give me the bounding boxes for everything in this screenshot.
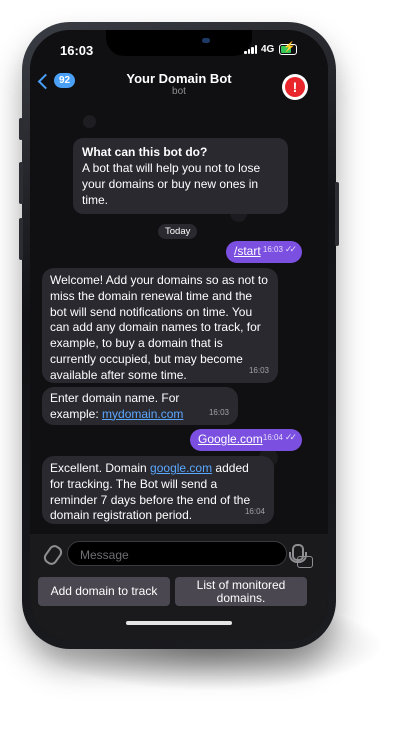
bot-keyboard: Add domain to track List of monitored do… (30, 574, 328, 641)
volume-up-button (19, 162, 23, 204)
message-outgoing[interactable]: Google.com 16:04 ✓✓ (190, 429, 302, 451)
message-time: 16:04 (262, 433, 283, 443)
chat-subtitle: bot (172, 86, 186, 97)
message-text: Excellent. Domain (50, 461, 151, 475)
message-incoming[interactable]: Excellent. Domain google.com added for t… (42, 456, 274, 524)
mute-switch (19, 118, 23, 140)
message-input-wrapper (67, 541, 313, 568)
message-input[interactable] (78, 547, 242, 563)
bot-avatar[interactable]: ! (282, 74, 308, 100)
message-time: 16:03 (208, 408, 229, 418)
bot-info-text: A bot that will help you not to lose you… (82, 161, 261, 207)
message-time: 16:03 (262, 245, 283, 255)
home-indicator[interactable] (126, 621, 232, 625)
command-link[interactable]: /start (234, 244, 261, 258)
alert-icon: ! (285, 77, 305, 97)
list-domains-button[interactable]: List of monitored domains. (175, 577, 307, 606)
composer-bar (30, 534, 328, 574)
message-meta: 16:04 ✓✓ (262, 430, 297, 446)
date-separator: Today (158, 224, 198, 239)
bot-info-card: What can this bot do? A bot that will he… (73, 138, 288, 214)
unread-count-badge: 92 (54, 73, 76, 88)
message-incoming[interactable]: Welcome! Add your domains so as not to m… (42, 268, 278, 383)
example-domain-link[interactable]: mydomain.com (102, 407, 183, 421)
tracked-domain-link[interactable]: google.com (150, 461, 212, 475)
chat-title[interactable]: Your Domain Bot (90, 71, 268, 86)
chat-header: 92 Your Domain Bot bot ! (30, 66, 328, 108)
power-button (335, 182, 339, 246)
message-time: 16:03 (248, 366, 269, 376)
network-label: 4G (261, 44, 275, 55)
message-incoming[interactable]: Enter domain name. For example: mydomain… (42, 387, 238, 425)
message-meta: 16:03 ✓✓ (262, 242, 297, 258)
battery-icon: ⚡ (279, 42, 297, 55)
message-outgoing[interactable]: /start 16:03 ✓✓ (226, 241, 302, 263)
add-domain-button[interactable]: Add domain to track (38, 577, 170, 606)
signal-icon (244, 45, 257, 54)
volume-down-button (19, 218, 23, 260)
chevron-left-icon (37, 73, 54, 89)
bot-info-title: What can this bot do? (82, 145, 208, 159)
back-button[interactable]: 92 (37, 73, 76, 89)
status-bar: 16:03 4G ⚡ (30, 30, 328, 66)
read-checkmarks-icon: ✓✓ (284, 244, 297, 255)
status-time: 16:03 (60, 43, 94, 58)
message-time: 16:04 (244, 507, 265, 517)
domain-link[interactable]: Google.com (198, 432, 263, 446)
charging-bolt-icon: ⚡ (283, 42, 296, 53)
message-text: Welcome! Add your domains so as not to m… (50, 273, 268, 382)
phone-screen: 16:03 4G ⚡ 92 Your Domain Bot bot ! What… (30, 30, 328, 641)
attach-icon[interactable] (41, 542, 65, 568)
read-checkmarks-icon: ✓✓ (284, 432, 297, 443)
